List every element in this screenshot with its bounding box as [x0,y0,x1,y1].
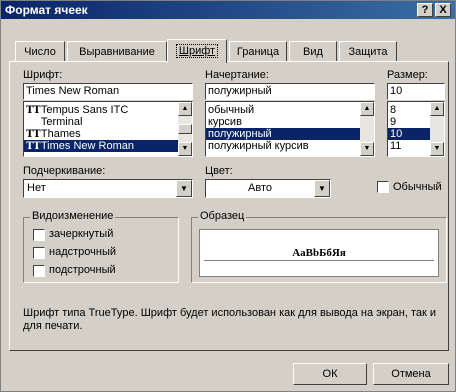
color-label: Цвет: [205,165,233,177]
scroll-down-icon[interactable]: ▼ [360,142,374,156]
strikethrough-checkbox[interactable] [33,229,45,241]
sample-baseline [204,260,434,261]
cancel-button[interactable]: Отмена [373,363,449,385]
font-list-item[interactable]: Terminal [24,116,192,128]
chevron-down-icon[interactable]: ▼ [314,180,330,197]
underline-label: Подчеркивание: [23,165,106,177]
truetype-icon: TT [26,141,41,152]
scroll-thumb[interactable] [178,124,192,134]
help-button[interactable]: ? [417,3,433,17]
close-button[interactable]: X [435,3,451,17]
size-list[interactable]: 8 9 10 11 ▲ ▼ [387,101,445,157]
subscript-checkbox[interactable] [33,265,45,277]
font-list-item-selected[interactable]: TT Times New Roman [24,140,192,152]
style-list-item[interactable]: полужирный курсив [206,140,374,152]
tab-alignment[interactable]: Выравнивание [67,41,167,61]
size-label: Размер: [387,69,428,81]
normal-font-checkbox[interactable] [377,181,389,193]
style-list-item[interactable]: обычный [206,104,374,116]
tab-font[interactable]: Шрифт [167,39,227,63]
tab-border[interactable]: Граница [229,41,287,61]
title-bar: Формат ячеек ? X [1,1,455,19]
sample-preview: AaBbБбЯя [199,229,439,277]
font-list-item-label: Terminal [40,116,83,128]
font-list-item[interactable]: TT Thames [24,128,192,140]
scroll-down-icon[interactable]: ▼ [430,142,444,156]
font-input[interactable]: Times New Roman [23,83,193,100]
font-list[interactable]: TT Tempus Sans ITC Terminal TT Thames TT… [23,101,193,157]
ok-button[interactable]: ОК [293,363,367,385]
tab-view[interactable]: Вид [289,41,337,61]
underline-value: Нет [27,182,46,194]
dialog-title: Формат ячеек [5,3,88,17]
font-list-scrollbar[interactable]: ▲ ▼ [178,102,192,156]
size-input[interactable]: 10 [387,83,445,100]
style-list-item-selected[interactable]: полужирный [206,128,374,140]
font-list-item[interactable]: TT Tempus Sans ITC [24,104,192,116]
scroll-down-icon[interactable]: ▼ [178,142,192,156]
tab-protection[interactable]: Защита [339,41,397,61]
size-list-scrollbar[interactable]: ▲ ▼ [430,102,444,156]
scroll-up-icon[interactable]: ▲ [360,102,374,116]
truetype-note: Шрифт типа TrueType. Шрифт будет использ… [23,307,437,332]
effects-group-label: Видоизменение [30,210,116,222]
tab-font-label: Шрифт [175,44,219,58]
scroll-up-icon[interactable]: ▲ [430,102,444,116]
subscript-label: подстрочный [49,264,116,276]
font-list-item-label: Tempus Sans ITC [40,104,129,116]
color-dropdown[interactable]: Авто ▼ [205,179,331,198]
style-input[interactable]: полужирный [205,83,375,100]
underline-dropdown[interactable]: Нет ▼ [23,179,193,198]
sample-group-label: Образец [198,210,247,222]
font-list-item-label: Times New Roman [40,140,134,152]
strikethrough-label: зачеркнутый [49,228,114,240]
color-value: Авто [248,182,272,194]
sample-text: AaBbБбЯя [292,247,346,259]
chevron-down-icon[interactable]: ▼ [176,180,192,197]
format-cells-dialog: Формат ячеек ? X Число Выравнивание Шриф… [0,0,456,392]
style-list[interactable]: обычный курсив полужирный полужирный кур… [205,101,375,157]
style-list-item[interactable]: курсив [206,116,374,128]
style-list-scrollbar[interactable]: ▲ ▼ [360,102,374,156]
normal-font-label: Обычный [393,181,442,193]
tab-number[interactable]: Число [15,41,65,61]
style-label: Начертание: [205,69,269,81]
font-label: Шрифт: [23,69,63,81]
font-list-item-label: Thames [40,128,81,140]
scroll-up-icon[interactable]: ▲ [178,102,192,116]
superscript-checkbox[interactable] [33,247,45,259]
superscript-label: надстрочный [49,246,116,258]
